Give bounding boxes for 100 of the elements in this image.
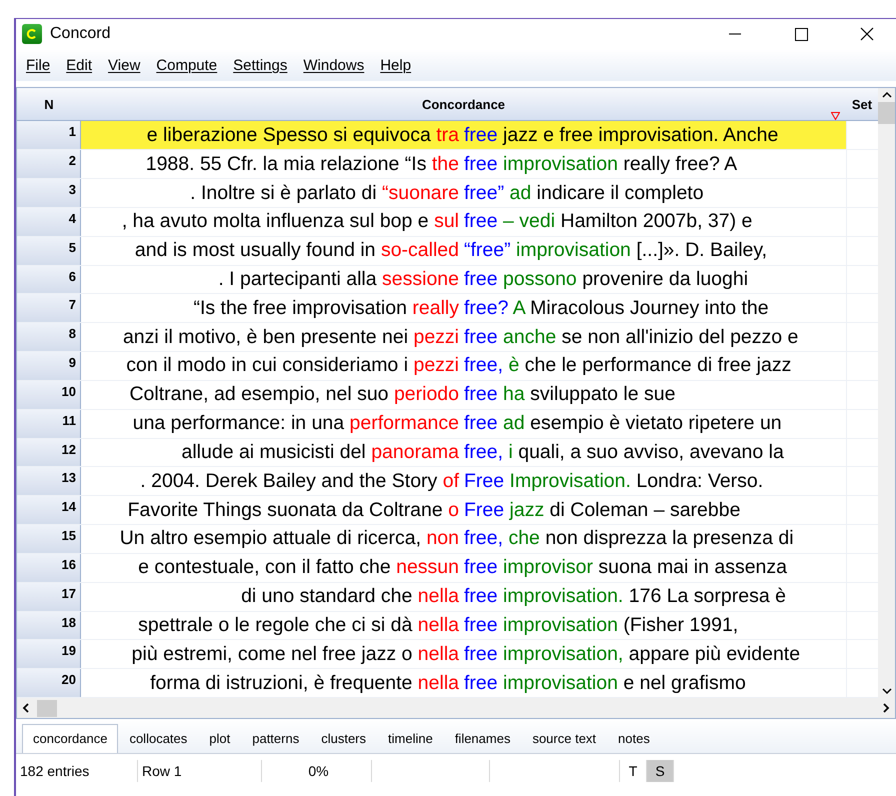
context-text: [...]». D. Bailey, [636,239,768,262]
menu-item[interactable]: Edit [58,56,100,74]
context-text: e contestuale, con il fatto che [138,556,391,578]
tab[interactable]: timeline [377,724,444,753]
context-text: (Fisher 1991, [623,614,738,636]
context-text: . Inoltre si è parlato di [190,182,377,204]
tab[interactable]: concordance [22,724,118,753]
node-word: free [464,556,498,578]
menu-item[interactable]: Windows [295,56,372,74]
menu-item[interactable]: Compute [148,56,226,74]
collocate-word: pezzi [413,326,459,348]
column-title[interactable]: Set [852,96,872,112]
collocate-word: che [508,527,540,550]
collocate-word: i [508,440,513,463]
collocate-word: sessione [382,268,459,290]
node-word: free, [464,354,504,376]
scrollbar-thumb[interactable] [37,700,57,716]
context-text: che le performance di free jazz [524,354,792,376]
row-number: 10 [17,380,81,409]
node-word: free [464,326,498,348]
collocate-word: improvisation, [503,642,624,665]
horizontal-scrollbar[interactable] [17,698,895,718]
context-text: Coltrane, ad esempio, nel suo [129,383,389,406]
row-number: 7 [17,294,81,322]
chevron-left-icon[interactable] [21,703,31,713]
tab[interactable]: filenames [444,724,522,753]
collocate-word: periodo [394,383,459,406]
context-text: “Is the free improvisation [193,296,407,319]
row-number: 13 [17,467,81,496]
menu-item[interactable]: View [100,56,148,74]
status-toggle[interactable]: S [647,760,674,782]
context-text: esempio è vietato ripetere un [530,412,782,434]
row-number: 8 [17,323,81,352]
collocate-word: improvisation. [503,585,624,608]
row-number: 17 [17,582,81,611]
collocate-word: ha [503,383,525,406]
status-text: Row 1 [138,760,262,782]
context-text: suona mai in assenza [598,556,788,578]
context-text: allude ai musicisti del [182,440,366,463]
node-word: free” [464,182,504,204]
node-word: free, [464,440,504,463]
context-text: non disprezza la presenza di [545,527,794,550]
collocate-word: A [512,296,525,319]
context-text: and is most usually found in [134,239,376,262]
row-number: 20 [17,669,81,698]
context-text: really free? A [623,152,738,175]
tab[interactable]: plot [198,724,242,753]
tab[interactable]: patterns [241,724,310,753]
context-text: forma di istruzioni, è frequente [150,672,412,694]
collocate-word: improvisation [516,239,631,262]
tab[interactable]: clusters [310,724,378,753]
context-text: appare più evidente [628,642,800,665]
menu-item[interactable]: Settings [225,56,296,74]
context-text: Londra: Verso. [636,470,764,492]
column-title[interactable]: N [44,96,54,112]
context-text: Hamilton 2007b, 37) e [560,210,752,232]
chevron-right-icon[interactable] [881,703,891,713]
context-text: Favorite Things suonata da Coltrane [128,498,443,521]
node-word: Free [464,498,504,521]
node-word: “free” [464,239,511,262]
context-text: . I partecipanti alla [218,268,377,290]
status-text: 0% [262,760,372,782]
collocate-word: tra [436,124,459,146]
collocate-word: – vedi [503,210,556,232]
node-word: Free [464,470,504,492]
menu-item[interactable]: File [18,56,58,74]
collocate-word: o [448,498,459,521]
collocate-word: nella [418,672,459,694]
column-title[interactable]: Concordance [422,96,506,112]
collocate-word: so-called [380,239,459,262]
collocate-word: pezzi [413,354,459,376]
collocate-word: ad [503,412,525,434]
context-text: , ha avuto molta influenza sul bop e [122,210,429,232]
tab[interactable]: source text [521,724,608,753]
context-text: quali, a suo avviso, avevano la [518,440,784,463]
collocate-word: “suonare [382,182,459,204]
menu-item[interactable]: Help [372,56,420,74]
collocate-word: panorama [371,440,459,463]
node-word: free [464,412,498,434]
collocate-word: jazz [510,498,544,521]
collocate-word: non [426,527,459,550]
vertical-scrollbar[interactable] [878,88,895,698]
row-number: 9 [17,352,81,380]
collocate-word: è [508,354,520,376]
tab[interactable]: notes [607,724,661,753]
row-number: 11 [17,410,81,438]
node-word: free [464,210,498,232]
context-text: se non all'inizio del pezzo e [562,326,798,348]
node-word: free [464,383,498,406]
collocate-word: nessun [396,556,459,578]
scrollbar-thumb[interactable] [878,102,895,124]
close-icon [860,27,874,41]
app-icon [22,24,42,44]
row-number: 16 [17,554,81,582]
row-number: 2 [17,150,81,178]
collocate-word: improvisation [503,152,618,175]
context-text: jazz e free improvisation. Anche [503,124,778,146]
tab[interactable]: collocates [118,724,198,753]
row-number: 3 [17,179,81,207]
collocate-word: improvisation [503,614,618,636]
